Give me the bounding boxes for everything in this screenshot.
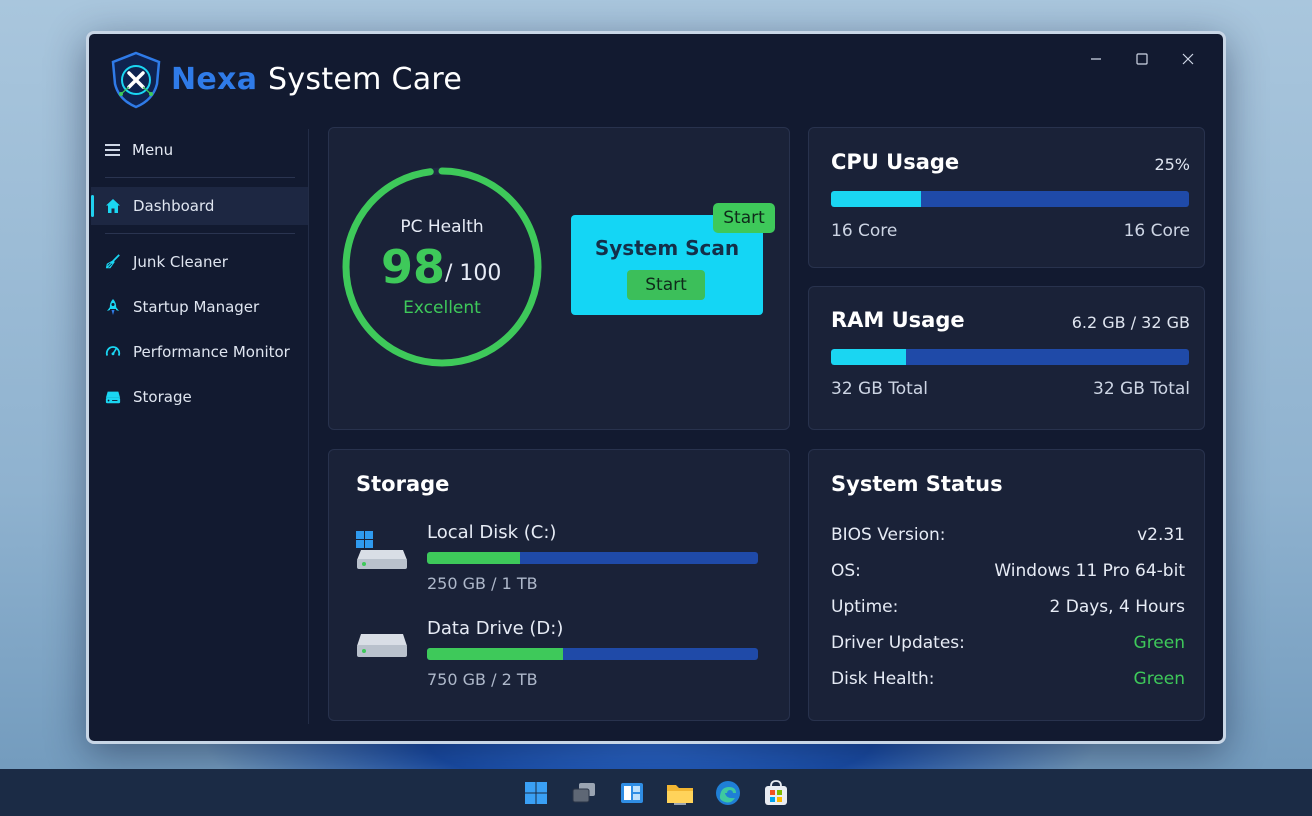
ram-right-label: 32 GB Total bbox=[1093, 379, 1190, 399]
system-status-card: System Status BIOS Version: v2.31 OS: Wi… bbox=[808, 449, 1205, 721]
sidebar-item-label: Dashboard bbox=[133, 197, 215, 215]
status-row-driver-updates: Driver Updates: Green bbox=[831, 633, 1185, 653]
status-row-disk-health: Disk Health: Green bbox=[831, 669, 1185, 689]
ram-title: RAM Usage bbox=[831, 308, 965, 332]
close-icon bbox=[1182, 53, 1194, 65]
disk-d-bar-fill bbox=[427, 648, 563, 660]
storage-card: Storage Local Disk (C:) 250 GB / 1 TB Da… bbox=[328, 449, 790, 721]
sidebar-item-label: Performance Monitor bbox=[133, 343, 290, 361]
status-label: Disk Health: bbox=[831, 669, 935, 689]
edge-browser-icon[interactable] bbox=[714, 779, 742, 807]
health-status: Excellent bbox=[403, 298, 481, 318]
health-card: PC Health 98 / 100 Excellent System Scan… bbox=[328, 127, 790, 430]
menu-toggle[interactable]: Menu bbox=[105, 138, 173, 162]
status-label: Uptime: bbox=[831, 597, 899, 617]
status-label: Driver Updates: bbox=[831, 633, 965, 653]
taskbar bbox=[0, 769, 1312, 816]
app-window: Nexa System Care Menu Dashboard Junk Cle… bbox=[86, 31, 1226, 744]
sidebar-item-label: Junk Cleaner bbox=[133, 253, 228, 271]
ram-left-label: 32 GB Total bbox=[831, 379, 928, 399]
app-title-brand: Nexa bbox=[171, 62, 258, 97]
disk-c-name: Local Disk (C:) bbox=[427, 522, 557, 543]
menu-label: Menu bbox=[132, 141, 174, 159]
sidebar-divider bbox=[105, 233, 295, 234]
system-scan-title: System Scan bbox=[594, 236, 740, 260]
sidebar-item-label: Startup Manager bbox=[133, 298, 260, 316]
status-value: Green bbox=[1133, 633, 1185, 653]
task-view-icon[interactable] bbox=[570, 779, 598, 807]
scan-start-badge[interactable]: Start bbox=[713, 203, 775, 233]
minimize-button[interactable] bbox=[1073, 44, 1119, 74]
ram-bar bbox=[831, 349, 1189, 365]
sidebar-item-storage[interactable]: Storage bbox=[91, 378, 309, 416]
cpu-title: CPU Usage bbox=[831, 150, 960, 174]
sidebar-item-junk-cleaner[interactable]: Junk Cleaner bbox=[91, 243, 309, 281]
sidebar-item-label: Storage bbox=[133, 388, 192, 406]
home-icon bbox=[105, 198, 121, 214]
disk-d-name: Data Drive (D:) bbox=[427, 618, 564, 639]
rocket-icon bbox=[105, 299, 121, 315]
health-label: PC Health bbox=[400, 217, 484, 237]
gauge-icon bbox=[105, 344, 121, 360]
disk-d-bar bbox=[427, 648, 758, 660]
status-value: Green bbox=[1133, 669, 1185, 689]
cpu-bar-fill bbox=[831, 191, 921, 207]
ram-value: 6.2 GB / 32 GB bbox=[1071, 313, 1190, 332]
sidebar-divider bbox=[105, 177, 295, 178]
cpu-right-label: 16 Core bbox=[1123, 221, 1190, 241]
status-row-os: OS: Windows 11 Pro 64-bit bbox=[831, 561, 1185, 581]
disk-d-size: 750 GB / 2 TB bbox=[427, 670, 538, 689]
drive-icon bbox=[105, 389, 121, 405]
windows-drive-icon bbox=[356, 531, 407, 569]
minimize-icon bbox=[1091, 58, 1101, 60]
health-score: 98 bbox=[381, 240, 446, 294]
status-row-uptime: Uptime: 2 Days, 4 Hours bbox=[831, 597, 1185, 617]
disk-c-bar-fill bbox=[427, 552, 520, 564]
status-value: v2.31 bbox=[1137, 525, 1185, 545]
shield-logo-icon bbox=[109, 50, 163, 110]
sidebar-item-performance-monitor[interactable]: Performance Monitor bbox=[91, 333, 309, 371]
cpu-card: CPU Usage 25% 16 Core 16 Core bbox=[808, 127, 1205, 268]
sidebar-item-dashboard[interactable]: Dashboard bbox=[91, 187, 309, 225]
close-button[interactable] bbox=[1165, 44, 1211, 74]
disk-c-bar bbox=[427, 552, 758, 564]
maximize-button[interactable] bbox=[1119, 44, 1165, 74]
sidebar-edge bbox=[308, 129, 309, 724]
app-title: Nexa System Care bbox=[171, 62, 462, 97]
sidebar-item-startup-manager[interactable]: Startup Manager bbox=[91, 288, 309, 326]
app-title-rest: System Care bbox=[268, 62, 463, 97]
status-row-bios: BIOS Version: v2.31 bbox=[831, 525, 1185, 545]
disk-c-size: 250 GB / 1 TB bbox=[427, 574, 538, 593]
scan-start-button[interactable]: Start bbox=[627, 270, 705, 300]
cpu-bar bbox=[831, 191, 1189, 207]
drive-icon bbox=[357, 634, 407, 657]
window-controls bbox=[1073, 44, 1211, 74]
status-value: Windows 11 Pro 64-bit bbox=[994, 561, 1185, 581]
store-icon[interactable] bbox=[762, 779, 790, 807]
broom-icon bbox=[105, 254, 121, 270]
maximize-icon bbox=[1136, 53, 1148, 65]
cpu-value: 25% bbox=[1154, 155, 1190, 174]
status-label: OS: bbox=[831, 561, 861, 581]
storage-title: Storage bbox=[356, 472, 450, 496]
system-status-title: System Status bbox=[831, 472, 1003, 496]
hamburger-icon bbox=[105, 144, 120, 156]
windows-start-icon[interactable] bbox=[522, 779, 550, 807]
status-label: BIOS Version: bbox=[831, 525, 946, 545]
widgets-icon[interactable] bbox=[618, 779, 646, 807]
ram-bar-fill bbox=[831, 349, 907, 365]
ram-card: RAM Usage 6.2 GB / 32 GB 32 GB Total 32 … bbox=[808, 286, 1205, 430]
title-bar: Nexa System Care bbox=[89, 34, 1223, 126]
file-explorer-icon[interactable] bbox=[666, 779, 694, 807]
health-max: / 100 bbox=[445, 261, 502, 286]
cpu-left-label: 16 Core bbox=[831, 221, 898, 241]
status-value: 2 Days, 4 Hours bbox=[1049, 597, 1185, 617]
